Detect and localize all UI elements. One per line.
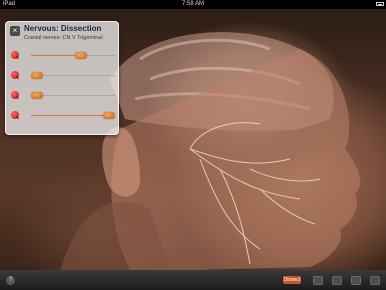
slider-thumb[interactable]: [31, 92, 43, 99]
info-icon[interactable]: [313, 276, 323, 285]
battery-icon: [376, 2, 384, 6]
pin-icon: [11, 91, 19, 99]
camera-icon[interactable]: [351, 276, 361, 285]
slider-fill: [31, 115, 109, 116]
pin-icon: [11, 71, 19, 79]
slider-thumb[interactable]: [31, 72, 43, 79]
dissect-button[interactable]: Dissect: [283, 276, 301, 284]
settings-icon[interactable]: [370, 276, 380, 285]
status-bar: iPad 7:58 AM: [0, 0, 386, 9]
slider-track[interactable]: [31, 92, 115, 99]
close-icon[interactable]: ×: [10, 26, 20, 36]
dissection-panel: × Nervous: Dissection Cranial nerves: CN…: [5, 21, 119, 135]
status-time: 7:58 AM: [181, 1, 204, 7]
slider-track[interactable]: [31, 72, 115, 79]
layer-slider-1[interactable]: [6, 50, 118, 64]
slider-thumb[interactable]: [103, 112, 115, 119]
bottom-toolbar: ? Dissect: [0, 270, 386, 290]
help-button[interactable]: ?: [6, 276, 15, 285]
pin-icon: [11, 51, 19, 59]
pin-icon: [11, 111, 19, 119]
comment-icon[interactable]: [332, 276, 342, 285]
slider-thumb[interactable]: [75, 52, 88, 59]
slider-track[interactable]: [31, 52, 115, 59]
slider-fill: [31, 55, 82, 56]
layer-slider-3[interactable]: [6, 90, 118, 104]
panel-subtitle: Cranial nerves: CN V Trigeminal: [24, 35, 103, 41]
anatomy-viewport[interactable]: × Nervous: Dissection Cranial nerves: CN…: [0, 9, 386, 270]
layer-slider-4[interactable]: [6, 110, 118, 124]
panel-title: Nervous: Dissection: [24, 24, 102, 33]
panel-header: × Nervous: Dissection Cranial nerves: CN…: [6, 22, 118, 46]
slider-track[interactable]: [31, 112, 115, 119]
layer-slider-2[interactable]: [6, 70, 118, 84]
